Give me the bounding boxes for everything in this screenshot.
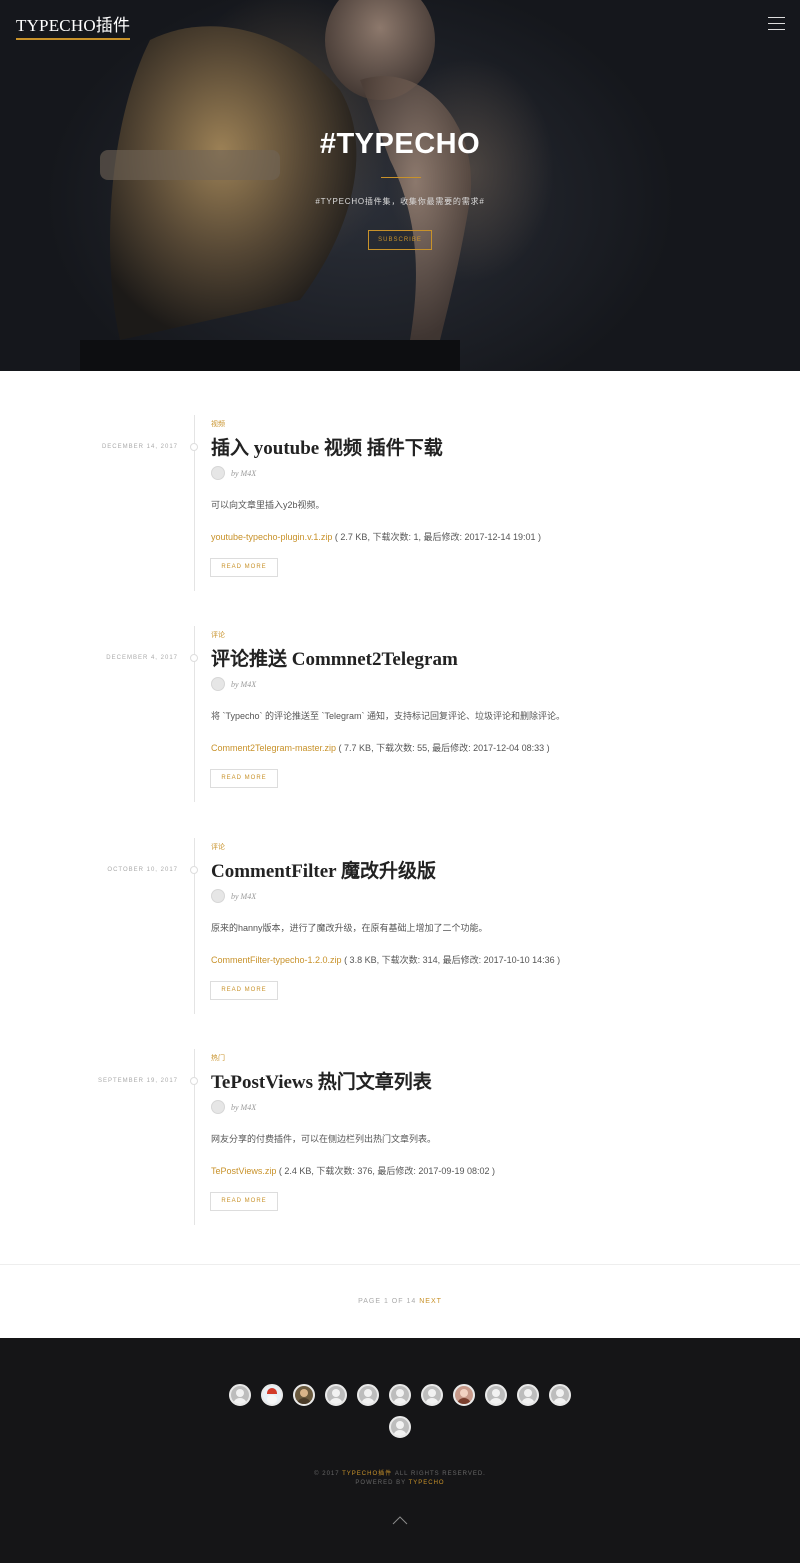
copyright-brand-link[interactable]: TYPECHO插件	[342, 1471, 392, 1477]
post-item: DECEMBER 14, 2017 视频 插入 youtube 视频 插件下载 …	[0, 415, 800, 591]
attachment-meta: ( 2.4 KB, 下载次数: 376, 最后修改: 2017-09-19 08…	[276, 1166, 495, 1176]
post-list: DECEMBER 14, 2017 视频 插入 youtube 视频 插件下载 …	[0, 371, 800, 1264]
post-category[interactable]: 评论	[211, 630, 225, 640]
visitor-avatars-row	[0, 1384, 800, 1406]
attachment-link[interactable]: youtube-typecho-plugin.v.1.zip	[211, 532, 332, 542]
post-author: by M4X	[231, 892, 257, 901]
post-category[interactable]: 热门	[211, 1053, 225, 1063]
post-category[interactable]: 评论	[211, 842, 225, 852]
menu-icon[interactable]	[768, 17, 785, 31]
user-icon[interactable]	[357, 1384, 379, 1406]
author-avatar	[211, 1100, 225, 1114]
post-excerpt: 原来的hanny版本，进行了魔改升级，在原有基础上增加了二个功能。	[211, 923, 488, 933]
author-avatar	[211, 677, 225, 691]
post-title[interactable]: CommentFilter 魔改升级版	[211, 856, 436, 883]
attachment-link[interactable]: Comment2Telegram-master.zip	[211, 743, 336, 753]
attachment-info: youtube-typecho-plugin.v.1.zip ( 2.7 KB,…	[211, 530, 541, 543]
user-icon[interactable]	[549, 1384, 571, 1406]
back-to-top-icon[interactable]	[392, 1514, 408, 1526]
read-more-button[interactable]: READ MORE	[210, 769, 278, 788]
post-author: by M4X	[231, 1103, 257, 1112]
user-icon[interactable]	[325, 1384, 347, 1406]
timeline-dot	[190, 866, 198, 874]
post-date: SEPTEMBER 19, 2017	[97, 1078, 178, 1084]
read-more-button[interactable]: READ MORE	[210, 981, 278, 1000]
post-excerpt: 可以向文章里插入y2b视频。	[211, 500, 325, 510]
attachment-meta: ( 3.8 KB, 下载次数: 314, 最后修改: 2017-10-10 14…	[341, 955, 561, 965]
timeline-line	[194, 1049, 195, 1225]
attachment-meta: ( 2.7 KB, 下载次数: 1, 最后修改: 2017-12-14 19:0…	[332, 532, 542, 542]
post-author: by M4X	[231, 680, 257, 689]
hero-banner: TYPECHO插件 #TYPECHO #TYPECHO插件集，收集你最需要的需求…	[0, 0, 800, 371]
post-item: OCTOBER 10, 2017 评论 CommentFilter 魔改升级版 …	[0, 838, 800, 1014]
read-more-button[interactable]: READ MORE	[210, 1192, 278, 1211]
user-icon[interactable]	[389, 1384, 411, 1406]
next-page-link[interactable]: NEXT	[419, 1298, 442, 1305]
user-icon[interactable]	[485, 1384, 507, 1406]
hero-title: #TYPECHO	[319, 128, 481, 160]
attachment-info: CommentFilter-typecho-1.2.0.zip ( 3.8 KB…	[211, 953, 560, 966]
post-excerpt: 将 `Typecho` 的评论推送至 `Telegram` 通知，支持标记回复评…	[211, 711, 566, 721]
author-avatar	[211, 466, 225, 480]
copyright-suffix: ALL RIGHTS RESERVED.	[394, 1471, 486, 1477]
powered-brand-link[interactable]: TYPECHO	[409, 1480, 445, 1486]
timeline-line	[194, 626, 195, 802]
santa-icon[interactable]	[261, 1384, 283, 1406]
post-category[interactable]: 视频	[211, 419, 225, 429]
hero-background-image	[80, 0, 472, 371]
pagination-bar: PAGE 1 OF 14 NEXT	[0, 1264, 800, 1338]
post-title[interactable]: 插入 youtube 视频 插件下载	[211, 433, 443, 460]
site-logo[interactable]: TYPECHO插件	[16, 17, 131, 40]
hero-subtitle: #TYPECHO插件集，收集你最需要的需求#	[315, 197, 485, 206]
post-date: DECEMBER 14, 2017	[101, 444, 178, 450]
subscribe-button[interactable]: SUBSCRIBE	[368, 230, 432, 250]
attachment-meta: ( 7.7 KB, 下载次数: 55, 最后修改: 2017-12-04 08:…	[336, 743, 550, 753]
post-title[interactable]: 评论推送 Commnet2Telegram	[211, 644, 458, 671]
girl-photo-icon[interactable]	[453, 1384, 475, 1406]
user-icon[interactable]	[421, 1384, 443, 1406]
photo-icon[interactable]	[293, 1384, 315, 1406]
read-more-button[interactable]: READ MORE	[210, 558, 278, 577]
post-author: by M4X	[231, 469, 257, 478]
timeline-line	[194, 838, 195, 1014]
attachment-link[interactable]: TePostViews.zip	[211, 1166, 276, 1176]
timeline-line	[194, 415, 195, 591]
user-icon[interactable]	[517, 1384, 539, 1406]
author-avatar	[211, 889, 225, 903]
post-item: DECEMBER 4, 2017 评论 评论推送 Commnet2Telegra…	[0, 626, 800, 802]
post-item: SEPTEMBER 19, 2017 热门 TePostViews 热门文章列表…	[0, 1049, 800, 1225]
timeline-dot	[190, 654, 198, 662]
post-excerpt: 网友分享的付费插件，可以在侧边栏列出热门文章列表。	[211, 1134, 437, 1144]
page-indicator: PAGE 1 OF 14	[358, 1298, 417, 1305]
post-date: DECEMBER 4, 2017	[106, 655, 178, 661]
pagination: PAGE 1 OF 14 NEXT	[0, 1298, 800, 1305]
footer: © 2017 TYPECHO插件 ALL RIGHTS RESERVED. PO…	[0, 1338, 800, 1563]
attachment-info: TePostViews.zip ( 2.4 KB, 下载次数: 376, 最后修…	[211, 1164, 495, 1177]
copyright: © 2017 TYPECHO插件 ALL RIGHTS RESERVED. PO…	[0, 1470, 800, 1488]
powered-prefix: POWERED BY	[355, 1480, 406, 1486]
user-icon[interactable]	[229, 1384, 251, 1406]
attachment-info: Comment2Telegram-master.zip ( 7.7 KB, 下载…	[211, 741, 550, 754]
timeline-dot	[190, 1077, 198, 1085]
visitor-avatars-row	[0, 1416, 800, 1438]
hero-divider	[381, 177, 421, 178]
post-title[interactable]: TePostViews 热门文章列表	[211, 1067, 432, 1094]
copyright-prefix: © 2017	[314, 1471, 340, 1477]
attachment-link[interactable]: CommentFilter-typecho-1.2.0.zip	[211, 955, 342, 965]
user-icon[interactable]	[389, 1416, 411, 1438]
timeline-dot	[190, 443, 198, 451]
post-date: OCTOBER 10, 2017	[107, 867, 178, 873]
